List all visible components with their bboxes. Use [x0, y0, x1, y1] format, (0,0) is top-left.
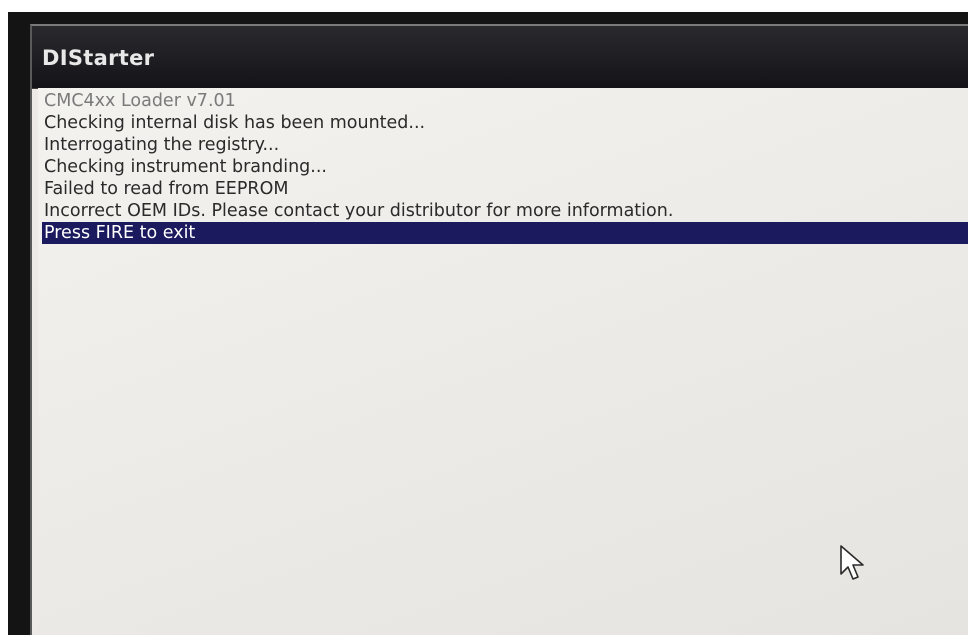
log-line-press-fire[interactable]: Press FIRE to exit	[42, 222, 968, 244]
title-bar[interactable]: DIStarter	[32, 26, 968, 89]
log-line-eeprom-error: Failed to read from EEPROM	[44, 179, 289, 199]
photo-frame: DIStarter CMC4xx Loader v7.01 Checking i…	[0, 0, 968, 635]
log-line-registry: Interrogating the registry...	[44, 135, 280, 155]
mouse-pointer-icon	[840, 545, 864, 580]
log-line-disk-check: Checking internal disk has been mounted.…	[44, 113, 426, 133]
log-list[interactable]: CMC4xx Loader v7.01 Checking internal di…	[38, 88, 968, 635]
log-line-branding: Checking instrument branding...	[44, 157, 327, 177]
window-title: DIStarter	[42, 46, 155, 70]
distarter-window: DIStarter CMC4xx Loader v7.01 Checking i…	[30, 24, 968, 635]
log-line-loader-version: CMC4xx Loader v7.01	[44, 91, 236, 111]
log-line-oem-error: Incorrect OEM IDs. Please contact your d…	[44, 201, 674, 221]
